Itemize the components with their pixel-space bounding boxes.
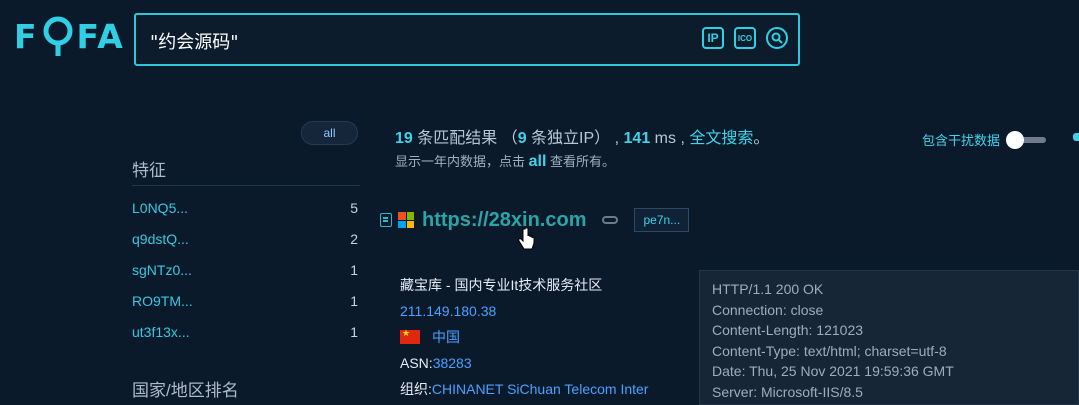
- header-line: Server: Microsoft-IIS/8.5: [712, 383, 863, 400]
- time-range-note: 显示一年内数据，点击 all 查看所有。: [395, 151, 615, 171]
- header-line: Content-Length: 121023: [712, 322, 864, 338]
- feature-count: 1: [350, 292, 358, 309]
- search-tools: IP ICO: [702, 27, 788, 49]
- result-url-link[interactable]: https://28xin.com: [422, 209, 586, 232]
- feature-count: 1: [350, 261, 358, 278]
- result-info: 藏宝库 - 国内专业It技术服务社区 211.149.180.38 中国 ASN…: [400, 272, 648, 402]
- noise-toggle-group: 包含干扰数据: [922, 130, 1047, 149]
- header-line: HTTP/1.1 200 OK: [712, 281, 824, 297]
- org-label: 组织:: [400, 381, 432, 397]
- list-item[interactable]: ut3f13x... 1: [132, 316, 360, 347]
- side-panel-handle[interactable]: [1073, 133, 1079, 141]
- fofa-logo[interactable]: F FA: [14, 14, 125, 58]
- header-line: Connection: close: [712, 301, 824, 318]
- unique-ip-count: 9: [517, 130, 527, 147]
- result-summary: 19 条匹配结果 （9 条独立IP） , 141 ms , 全文搜索。: [395, 124, 769, 148]
- noise-toggle-label: 包含干扰数据: [922, 133, 1001, 148]
- features-title: 特征: [132, 161, 166, 180]
- country-link[interactable]: 中国: [432, 327, 460, 347]
- feature-name[interactable]: RO9TM...: [132, 293, 193, 309]
- search-input[interactable]: [150, 29, 670, 53]
- ip-search-button[interactable]: IP: [702, 27, 724, 49]
- result-count: 19: [395, 130, 413, 147]
- feature-count: 2: [350, 230, 358, 247]
- logo-text-right: FA: [76, 16, 125, 56]
- region-ranking-title: 国家/地区排名: [132, 381, 239, 400]
- advanced-search-icon[interactable]: [766, 27, 788, 49]
- note-prefix: 显示一年内数据，点击: [395, 154, 529, 169]
- copy-icon[interactable]: [380, 213, 392, 227]
- ip-link[interactable]: 211.149.180.38: [400, 303, 496, 319]
- all-filter-button[interactable]: all: [301, 121, 358, 145]
- unique-ip-text: 条独立IP） ,: [526, 130, 624, 147]
- site-title: 藏宝库 - 国内专业It技术服务社区: [400, 277, 603, 293]
- search-box: IP ICO: [134, 13, 800, 66]
- logo-text-left: F: [14, 16, 39, 56]
- noise-toggle[interactable]: [1006, 130, 1047, 149]
- result-count-text: 条匹配结果 （: [412, 130, 518, 147]
- asn-label: ASN:: [400, 355, 433, 371]
- icon-search-button[interactable]: ICO: [734, 27, 756, 49]
- header-line: Content-Type: text/html; charset=utf-8: [712, 342, 947, 359]
- feature-name[interactable]: sgNTz0...: [132, 262, 192, 278]
- http-header-panel: HTTP/1.1 200 OK Connection: close Conten…: [699, 270, 1079, 405]
- feature-list: L0NQ5... 5 q9dstQ... 2 sgNTz0... 1 RO9TM…: [132, 192, 360, 347]
- list-item[interactable]: RO9TM... 1: [132, 285, 360, 316]
- feature-name[interactable]: ut3f13x...: [132, 324, 190, 340]
- list-item[interactable]: L0NQ5... 5: [132, 192, 360, 223]
- hand-cursor-icon: [518, 228, 535, 250]
- logo-pin-icon: [41, 14, 75, 58]
- query-time: 141: [623, 130, 651, 147]
- fulltext-search-link[interactable]: 全文搜索: [689, 130, 753, 147]
- header-line: Date: Thu, 25 Nov 2021 19:59:36 GMT: [712, 363, 954, 379]
- toggle-knob: [1006, 130, 1025, 149]
- show-all-link[interactable]: all: [529, 153, 547, 170]
- feature-name[interactable]: q9dstQ...: [132, 231, 189, 247]
- result-tag[interactable]: pe7n...: [634, 208, 690, 232]
- china-flag-icon: [400, 328, 420, 344]
- summary-end: 。: [753, 130, 770, 147]
- link-icon[interactable]: [602, 216, 619, 224]
- feature-count: 1: [350, 323, 358, 340]
- feature-count: 5: [350, 199, 358, 216]
- list-item[interactable]: q9dstQ... 2: [132, 223, 360, 254]
- note-suffix: 查看所有。: [546, 154, 616, 169]
- windows-icon: [398, 212, 414, 228]
- section-divider: [132, 185, 360, 186]
- query-time-text: ms ,: [650, 130, 690, 147]
- org-link[interactable]: CHINANET SiChuan Telecom Inter: [432, 381, 649, 397]
- asn-link[interactable]: 38283: [433, 355, 472, 371]
- feature-name[interactable]: L0NQ5...: [132, 200, 188, 216]
- list-item[interactable]: sgNTz0... 1: [132, 254, 360, 285]
